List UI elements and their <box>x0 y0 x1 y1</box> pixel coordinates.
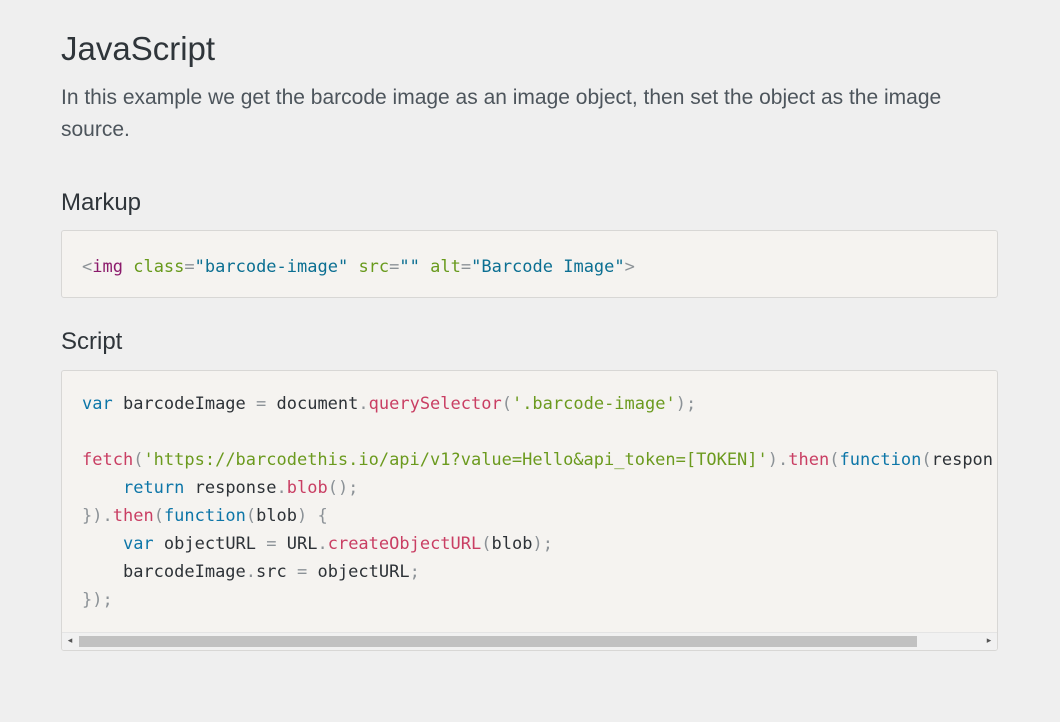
code-token: objectURL <box>153 534 267 554</box>
code-token: function <box>839 450 922 470</box>
code-token: img <box>92 257 123 277</box>
code-token: "" <box>399 257 420 277</box>
code-token: barcodeImage <box>122 562 246 582</box>
code-token: blob <box>286 478 328 498</box>
code-token: = <box>460 257 472 277</box>
code-token: ); <box>675 394 697 414</box>
code-token: fetch <box>82 450 134 470</box>
code-token: createObjectURL <box>327 534 482 554</box>
code-token: '.barcode-image' <box>511 394 676 414</box>
code-token: URL <box>276 534 318 554</box>
intro-text: In this example we get the barcode image… <box>61 86 942 141</box>
scroll-left-arrow-icon[interactable]: ◂ <box>65 636 75 646</box>
code-token: barcodeImage <box>112 394 257 414</box>
scroll-right-arrow-icon[interactable]: ▸ <box>984 636 994 646</box>
code-token: . <box>358 394 369 414</box>
code-token: blob <box>491 534 533 554</box>
script-code-block[interactable]: var barcodeImage = document.querySelecto… <box>61 370 998 651</box>
code-token: ( <box>133 450 144 470</box>
main-content: JavaScript In this example we get the ba… <box>61 26 998 651</box>
code-token: { <box>317 506 328 526</box>
markup-heading: Markup <box>61 189 142 216</box>
code-token: > <box>624 257 635 277</box>
code-token: return <box>122 478 185 498</box>
code-token: = <box>296 562 308 582</box>
markup-code-block[interactable]: <img class="barcode-image" src="" alt="B… <box>61 230 998 298</box>
code-token: = <box>184 257 195 277</box>
code-token: = <box>389 257 400 277</box>
script-heading: Script <box>61 328 123 355</box>
code-token: . <box>276 478 287 498</box>
code-token: 'https://barcodethis.io/api/v1?value=Hel… <box>143 450 768 470</box>
code-token: }); <box>82 590 113 610</box>
code-token: "Barcode Image" <box>471 257 625 277</box>
code-token: blob <box>256 506 298 526</box>
code-token: . <box>317 534 328 554</box>
code-token: = <box>266 534 277 554</box>
code-token: ( <box>153 506 164 526</box>
code-token: . <box>778 450 789 470</box>
code-token: var <box>122 534 154 554</box>
code-token: var <box>82 394 113 414</box>
code-token: . <box>245 562 257 582</box>
code-token: ( <box>501 394 512 414</box>
script-code: var barcodeImage = document.querySelecto… <box>82 390 997 614</box>
code-token: src <box>358 257 390 277</box>
horizontal-scrollbar[interactable]: ◂ ▸ <box>62 632 997 650</box>
code-token: "barcode-image" <box>194 257 349 277</box>
code-token: objectURL <box>307 562 410 582</box>
code-token: then <box>788 450 830 470</box>
code-token: alt <box>430 257 461 277</box>
code-token: ( <box>481 534 492 554</box>
code-token: class <box>133 257 185 277</box>
code-token: ) <box>767 450 779 470</box>
code-token: document <box>266 394 359 414</box>
code-token: querySelector <box>368 394 502 414</box>
markup-code: <img class="barcode-image" src="" alt="B… <box>82 253 977 281</box>
scrollbar-thumb[interactable] <box>79 636 917 647</box>
code-token: ( <box>829 450 840 470</box>
code-token: ( <box>245 506 257 526</box>
code-token: src <box>256 562 297 582</box>
code-token: ); <box>532 534 553 554</box>
code-token: response <box>184 478 277 498</box>
code-token: respon <box>931 450 994 470</box>
code-token: function <box>163 506 246 526</box>
code-token: (); <box>327 478 359 498</box>
page-title: JavaScript <box>61 30 216 67</box>
code-token: . <box>102 506 113 526</box>
code-token: ) <box>297 506 308 526</box>
code-token: }) <box>82 506 103 526</box>
code-token: then <box>112 506 154 526</box>
code-token: < <box>82 257 93 277</box>
code-token: ; <box>409 562 420 582</box>
code-token: ( <box>921 450 932 470</box>
code-token: = <box>256 394 267 414</box>
